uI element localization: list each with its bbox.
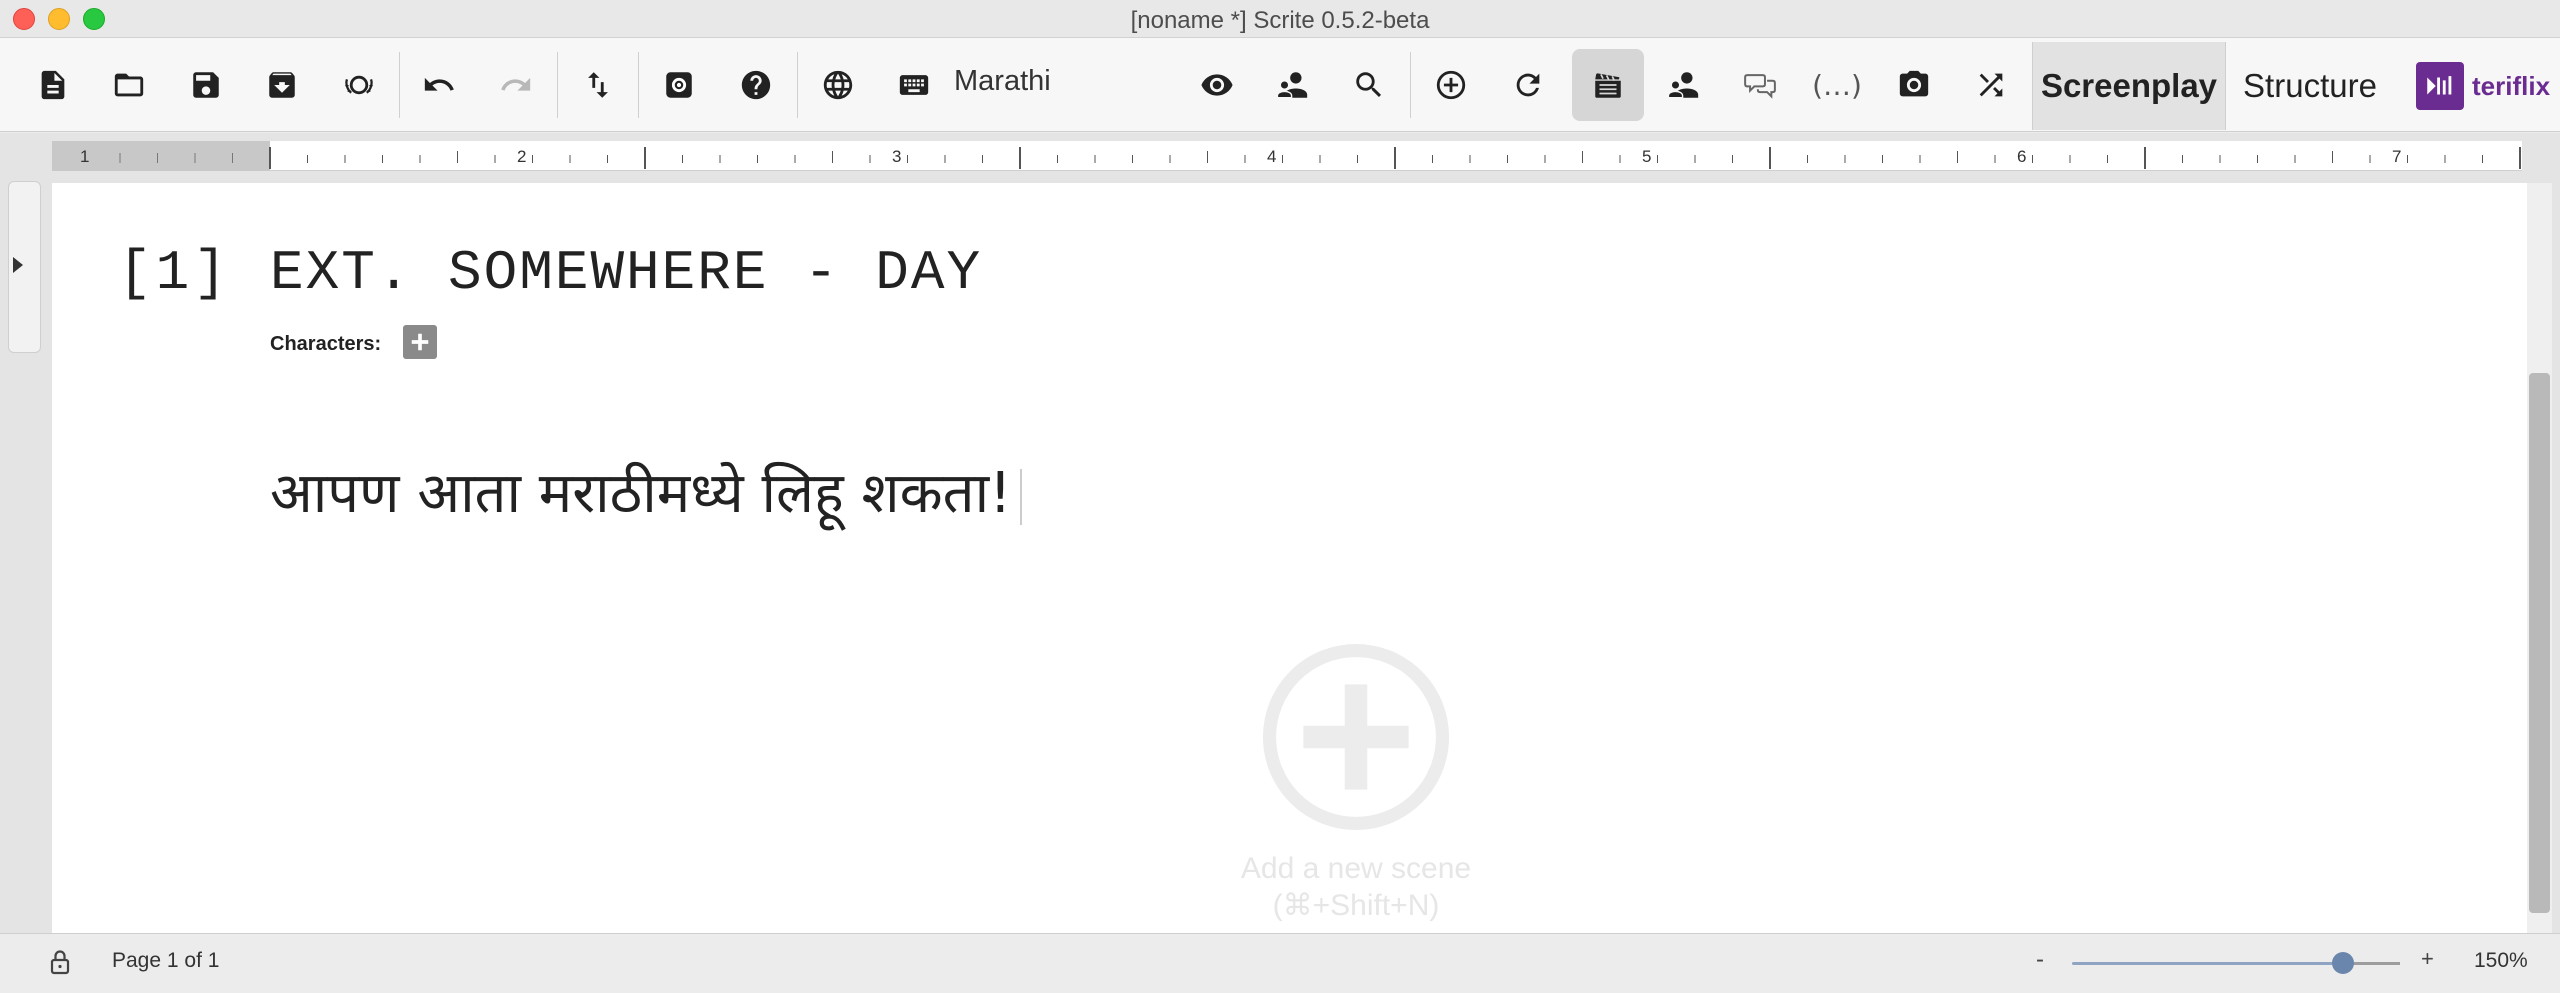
add-new-scene-button[interactable]: Add a new scene (⌘+Shift+N) bbox=[1206, 643, 1506, 924]
ruler-number: 5 bbox=[1642, 147, 1651, 166]
action-paragraph[interactable]: आपण आता मराठीमध्ये लिहू शकता! bbox=[270, 453, 1022, 529]
vertical-scrollbar[interactable] bbox=[2527, 183, 2552, 933]
editor-area: 1 2 3 4 5 6 7 [1] EXT. SOMEWHERE - DAY Charact… bbox=[0, 133, 2560, 933]
scene-clapperboard-icon bbox=[1595, 73, 1621, 98]
zoom-in-button[interactable]: + bbox=[2421, 946, 2434, 972]
search-icon bbox=[1356, 72, 1382, 98]
ruler-number: 6 bbox=[2017, 147, 2026, 166]
add-scene-label: Add a new scene bbox=[1240, 852, 1472, 885]
undo-icon bbox=[424, 77, 454, 91]
refresh-button[interactable] bbox=[1500, 57, 1556, 113]
main-toolbar: Marathi (…) Screenplay Structure terifli… bbox=[0, 38, 2560, 132]
lock-button[interactable] bbox=[48, 948, 72, 976]
dialogue-button[interactable] bbox=[1732, 57, 1788, 113]
ruler-number: 4 bbox=[1267, 147, 1276, 166]
teriflix-logo-icon bbox=[2416, 62, 2464, 110]
action-text: आपण आता मराठीमध्ये लिहू शकता! bbox=[270, 461, 1012, 526]
screenplay-page[interactable]: [1] EXT. SOMEWHERE - DAY Characters: आपण… bbox=[52, 183, 2527, 933]
character-button[interactable] bbox=[1656, 57, 1712, 113]
ruler-number: 2 bbox=[517, 147, 526, 166]
toolbar-separator bbox=[399, 52, 400, 118]
character-icon bbox=[1667, 72, 1699, 99]
ruler-number: 7 bbox=[2392, 147, 2401, 166]
import-export-button[interactable] bbox=[570, 57, 626, 113]
settings-button[interactable] bbox=[651, 57, 707, 113]
language-globe-icon bbox=[823, 70, 853, 100]
add-scene-shortcut: (⌘+Shift+N) bbox=[1272, 889, 1440, 922]
scene-heading[interactable]: EXT. SOMEWHERE - DAY bbox=[270, 241, 982, 305]
lock-icon bbox=[50, 950, 70, 975]
archive-button[interactable] bbox=[254, 57, 310, 113]
new-file-icon bbox=[41, 70, 65, 100]
add-scene-toolbar-button[interactable] bbox=[1423, 57, 1479, 113]
add-scene-plus-icon bbox=[1262, 643, 1450, 831]
scene-number: [1] bbox=[118, 241, 231, 305]
help-button[interactable] bbox=[728, 57, 784, 113]
add-character-button[interactable] bbox=[403, 325, 437, 359]
title-bar: [noname *] Scrite 0.5.2-beta bbox=[0, 0, 2560, 38]
eye-icon bbox=[1201, 74, 1233, 96]
camera-icon bbox=[1899, 70, 1929, 97]
undo-button[interactable] bbox=[411, 57, 467, 113]
refresh-icon bbox=[1516, 73, 1540, 97]
characters-label: Characters: bbox=[270, 333, 382, 355]
scrollbar-thumb[interactable] bbox=[2529, 373, 2550, 913]
search-button[interactable] bbox=[1341, 57, 1397, 113]
language-label[interactable]: Marathi bbox=[954, 65, 1051, 98]
zoom-slider-handle[interactable] bbox=[2332, 952, 2354, 974]
keyboard-icon bbox=[899, 75, 929, 95]
shuffle-icon bbox=[1979, 73, 2003, 97]
ruler[interactable]: 1 2 3 4 5 6 7 bbox=[52, 141, 2522, 171]
toolbar-separator bbox=[557, 52, 558, 118]
parenthetical-button[interactable]: (…) bbox=[1809, 57, 1865, 113]
tab-structure[interactable]: Structure bbox=[2230, 42, 2390, 130]
page-info: Page 1 of 1 bbox=[112, 949, 220, 972]
toolbar-separator bbox=[797, 52, 798, 118]
shuffle-button[interactable] bbox=[1963, 57, 2019, 113]
characters-report-button[interactable] bbox=[1265, 57, 1321, 113]
plus-icon bbox=[411, 333, 429, 351]
archive-icon bbox=[269, 72, 295, 98]
save-icon bbox=[193, 72, 219, 98]
awards-button[interactable] bbox=[331, 57, 387, 113]
awards-icon bbox=[345, 75, 373, 95]
new-file-button[interactable] bbox=[25, 57, 81, 113]
screenshot-button[interactable] bbox=[1886, 57, 1942, 113]
language-button[interactable] bbox=[810, 57, 866, 113]
open-file-button[interactable] bbox=[101, 57, 157, 113]
tab-screenplay[interactable]: Screenplay bbox=[2032, 42, 2226, 130]
toolbar-separator bbox=[638, 52, 639, 118]
ruler-ticks: 1 2 3 4 5 6 7 bbox=[80, 147, 2521, 169]
keyboard-button[interactable] bbox=[886, 57, 942, 113]
zoom-out-button[interactable]: - bbox=[2036, 946, 2044, 974]
add-circle-icon bbox=[1436, 70, 1466, 100]
save-button[interactable] bbox=[178, 57, 234, 113]
window-title: [noname *] Scrite 0.5.2-beta bbox=[1130, 7, 1430, 34]
open-folder-icon bbox=[114, 73, 144, 97]
ruler-number: 1 bbox=[80, 147, 89, 166]
redo-icon bbox=[501, 77, 531, 91]
redo-button[interactable] bbox=[488, 57, 544, 113]
brand-name: teriflix bbox=[2472, 70, 2551, 101]
characters-icon bbox=[1276, 72, 1308, 99]
expand-arrow-icon[interactable] bbox=[13, 257, 23, 273]
import-export-icon bbox=[588, 72, 608, 98]
text-cursor bbox=[1019, 468, 1022, 525]
toolbar-separator bbox=[1410, 52, 1411, 118]
ruler-number: 3 bbox=[892, 147, 901, 166]
settings-icon bbox=[666, 72, 692, 98]
dialogue-icon bbox=[1744, 74, 1776, 99]
zoom-level[interactable]: 150% bbox=[2474, 949, 2528, 973]
preview-button[interactable] bbox=[1189, 57, 1245, 113]
scene-heading-button[interactable] bbox=[1572, 49, 1644, 121]
status-bar: Page 1 of 1 - + 150% bbox=[0, 933, 2560, 993]
help-icon bbox=[741, 70, 771, 100]
brand-logo-link[interactable]: teriflix bbox=[2416, 60, 2550, 112]
